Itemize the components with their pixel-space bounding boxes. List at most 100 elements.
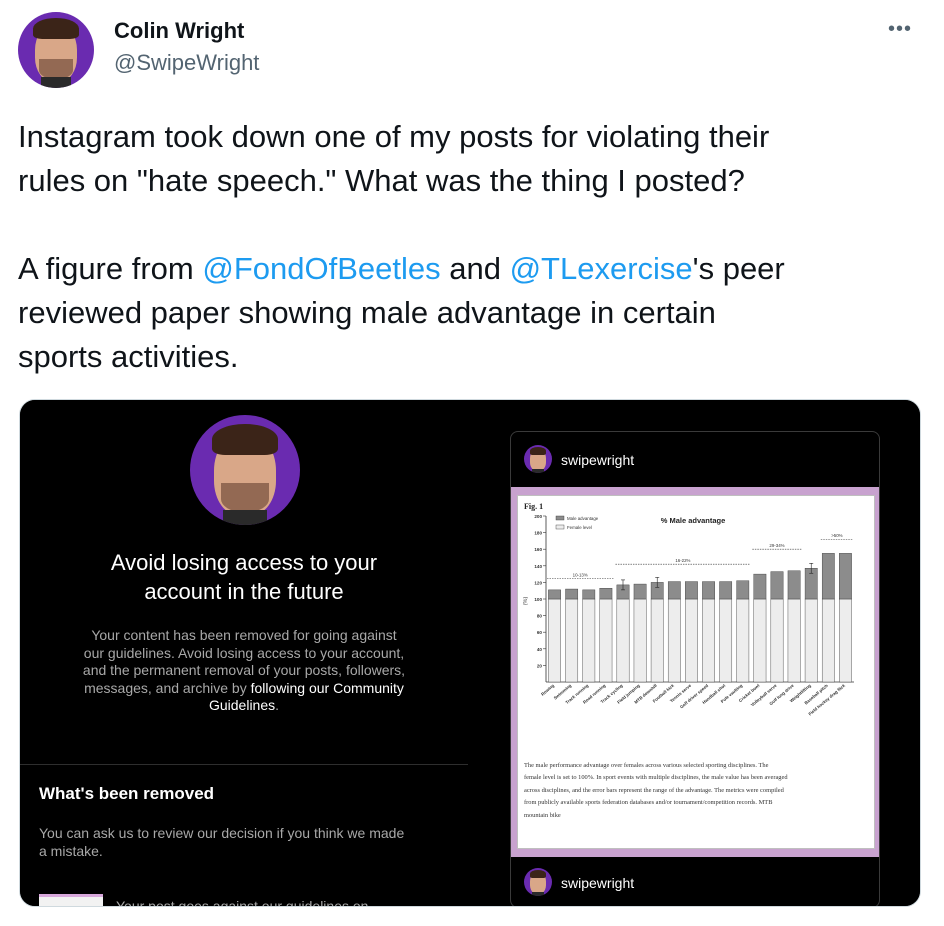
y-tick-label: 20 — [537, 663, 543, 668]
y-tick-label: 180 — [534, 531, 542, 536]
notice-body-line: our guidelines. Avoid losing access to y… — [83, 644, 405, 661]
paper-figure: Fig. 1 20 40 60 80 100 120 140 160 180 200 (%)% Ma… — [517, 495, 875, 849]
legend-label: Male advantage — [567, 516, 599, 521]
tweet-text: 's peer — [692, 251, 785, 286]
avatar-hair — [529, 870, 547, 879]
bar-female-level — [650, 598, 664, 683]
notice-body-line: Your content has been removed for going … — [91, 627, 397, 643]
bar-female-level — [719, 598, 733, 683]
bar-female-level — [582, 598, 596, 683]
group-label: 16-22% — [675, 558, 690, 563]
bar-male-advantage — [736, 580, 750, 600]
y-tick-label: 60 — [537, 630, 543, 635]
community-guidelines-link[interactable]: Guidelines — [209, 697, 275, 713]
legend-label: Female level — [567, 525, 592, 530]
avatar-beard — [39, 59, 73, 79]
media-image-removal-notice[interactable]: Avoid losing access to your account in t… — [20, 400, 468, 907]
removed-post-reason: Your post goes against our guidelines on — [116, 898, 369, 907]
legend-swatch-female — [555, 524, 565, 530]
group-label: 10-13% — [573, 572, 588, 577]
removed-section-body: You can ask us to review our decision if… — [39, 824, 459, 860]
bar-male-advantage — [719, 581, 733, 600]
avatar-shirt — [532, 469, 544, 473]
notice-body-line: messages, and archive by following our C… — [50, 680, 438, 698]
bar-female-level — [616, 598, 630, 683]
y-axis-label: (%) — [523, 597, 529, 606]
tweet-text: and — [440, 251, 510, 286]
community-guidelines-link[interactable]: following our Community — [251, 680, 404, 696]
instagram-avatar — [524, 445, 552, 473]
divider — [20, 764, 468, 765]
bar-male-advantage — [633, 583, 647, 600]
bar-male-advantage — [685, 581, 698, 600]
more-dots-icon[interactable]: ••• — [888, 18, 920, 42]
bar-female-level — [787, 598, 801, 683]
y-tick-label: 40 — [537, 647, 543, 652]
bar-female-level — [685, 598, 698, 683]
bar-female-level — [702, 598, 715, 683]
mention-link[interactable]: @TLexercise — [510, 251, 693, 286]
removed-body-line: You can ask us to review our decision if… — [39, 825, 405, 841]
media-image-instagram-post[interactable]: swipewright Fig. 1 20 40 60 80 100 120 140 160 1… — [472, 400, 920, 906]
instagram-avatar — [524, 868, 552, 896]
bar-male-advantage — [599, 588, 613, 600]
bar-male-advantage — [582, 589, 596, 600]
bar-female-level — [839, 598, 852, 683]
notice-body-text: messages, and archive by — [84, 679, 251, 696]
avatar-hair — [529, 447, 547, 456]
mention-link[interactable]: @FondOfBeetles — [202, 251, 440, 286]
bar-female-level — [599, 598, 613, 683]
author-handle[interactable]: @SwipeWright — [114, 50, 259, 76]
y-tick-label: 200 — [534, 514, 542, 519]
notice-body-text: . — [275, 697, 280, 713]
tweet-text-line: sports activities. — [18, 339, 239, 374]
notice-heading-line: account in the future — [144, 579, 344, 604]
notice-body: Your content has been removed for going … — [50, 627, 438, 715]
bar-male-advantage — [787, 570, 801, 600]
media-grid: Avoid losing access to your account in t… — [19, 399, 921, 907]
bar-male-advantage — [548, 589, 561, 600]
y-tick-label: 140 — [534, 564, 542, 569]
caption-line: mountain bike — [524, 811, 561, 819]
bar-female-level — [821, 598, 835, 683]
bar-male-advantage — [667, 581, 681, 600]
bar-female-level — [565, 598, 579, 683]
removed-section-title: What's been removed — [39, 784, 215, 803]
y-tick-label: 80 — [537, 614, 543, 619]
author-avatar[interactable] — [18, 12, 94, 88]
instagram-post-card: swipewright Fig. 1 20 40 60 80 100 120 140 160 1… — [510, 431, 880, 906]
bar-male-advantage — [839, 553, 852, 600]
y-tick-label: 120 — [534, 580, 542, 585]
bar-male-advantage — [702, 581, 715, 600]
instagram-username: swipewright — [561, 875, 635, 891]
group-label: 29-34% — [769, 543, 784, 548]
bar-female-level — [548, 598, 561, 683]
bar-male-advantage — [821, 553, 835, 600]
figure-caption: The male performance advantage over fema… — [524, 760, 870, 822]
legend-swatch-male — [555, 515, 565, 521]
bar-female-level — [667, 598, 681, 683]
avatar-shirt — [532, 892, 544, 896]
avatar-shirt — [40, 77, 72, 88]
tweet-text-line: rules on "hate speech." What was the thi… — [18, 163, 745, 198]
author-name[interactable]: Colin Wright — [114, 18, 244, 44]
group-label: >50% — [831, 533, 842, 538]
bar-female-level — [736, 598, 750, 683]
bar-female-level — [753, 598, 767, 683]
profile-avatar — [190, 415, 300, 525]
notice-heading-line: Avoid losing access to your — [110, 550, 378, 575]
notice-body-line: and the permanent removal of your posts,… — [82, 662, 406, 678]
avatar-hair — [212, 423, 278, 455]
removed-post-thumbnail — [39, 894, 103, 906]
caption-line: The male performance advantage over fema… — [524, 762, 769, 769]
tweet-text-line: A figure from @FondOfBeetles and @TLexer… — [18, 247, 785, 290]
tweet-text: A figure from — [18, 251, 203, 286]
bar-male-advantage — [753, 573, 767, 600]
caption-line: female level is set to 100%. In sport ev… — [524, 774, 788, 782]
male-advantage-chart: 20 40 60 80 100 120 140 160 180 200 (%) % Male adva… — [523, 514, 854, 717]
tweet-text-line: Instagram took down one of my posts for … — [18, 119, 770, 154]
removed-body-line: a mistake. — [39, 843, 103, 859]
notice-body-line: Guidelines. — [50, 697, 438, 715]
bar-female-level — [633, 598, 647, 683]
avatar-beard — [220, 483, 270, 512]
